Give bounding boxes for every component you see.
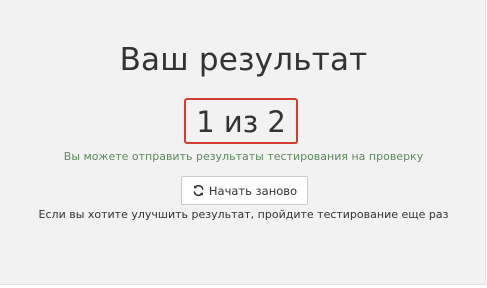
- restart-button[interactable]: Начать заново: [181, 176, 308, 205]
- result-panel: Ваш результат 1 из 2 Вы можете отправить…: [0, 0, 486, 285]
- send-results-hint: Вы можете отправить результаты тестирова…: [63, 150, 424, 163]
- score-value: 1 из 2: [196, 105, 286, 139]
- result-title: Ваш результат: [119, 42, 368, 78]
- improve-result-hint: Если вы хотите улучшить результат, пройд…: [38, 208, 449, 221]
- restart-button-label: Начать заново: [208, 183, 298, 198]
- refresh-icon: [192, 184, 205, 197]
